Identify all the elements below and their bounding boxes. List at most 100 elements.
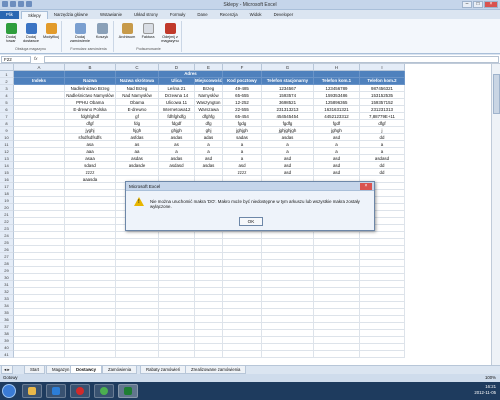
empty-cell[interactable] bbox=[65, 309, 116, 316]
empty-cell[interactable] bbox=[14, 344, 65, 351]
empty-cell[interactable] bbox=[314, 267, 360, 274]
empty-cell[interactable] bbox=[116, 302, 159, 309]
empty-cell[interactable] bbox=[14, 323, 65, 330]
row-header[interactable]: 38 bbox=[0, 330, 14, 337]
empty-cell[interactable] bbox=[195, 274, 223, 281]
header-cell[interactable] bbox=[360, 71, 405, 78]
table-cell[interactable]: a bbox=[262, 148, 314, 155]
table-cell[interactable]: 49-485 bbox=[223, 85, 262, 92]
table-cell[interactable]: as bbox=[116, 141, 159, 148]
scroll-thumb[interactable] bbox=[493, 74, 500, 114]
empty-cell[interactable] bbox=[223, 239, 262, 246]
empty-cell[interactable] bbox=[262, 323, 314, 330]
table-cell[interactable]: dd bbox=[360, 134, 405, 141]
table-cell[interactable]: a bbox=[223, 148, 262, 155]
dialog-close-button[interactable]: × bbox=[360, 183, 372, 190]
table-cell[interactable]: 1631631321 bbox=[314, 106, 360, 113]
row-header[interactable]: 32 bbox=[0, 288, 14, 295]
empty-cell[interactable] bbox=[159, 351, 195, 358]
empty-cell[interactable] bbox=[116, 344, 159, 351]
table-cell[interactable]: a bbox=[262, 141, 314, 148]
empty-cell[interactable] bbox=[314, 309, 360, 316]
empty-cell[interactable] bbox=[195, 323, 223, 330]
column-header[interactable]: D bbox=[159, 64, 195, 71]
row-header[interactable]: 1 bbox=[0, 71, 14, 78]
tab-plik[interactable]: Plik bbox=[0, 11, 19, 19]
row-header[interactable]: 2 bbox=[0, 78, 14, 85]
empty-cell[interactable] bbox=[159, 267, 195, 274]
row-header[interactable]: 36 bbox=[0, 316, 14, 323]
header-cell[interactable] bbox=[116, 71, 159, 78]
table-cell[interactable]: Nadleśnictwo Brzeg bbox=[65, 85, 116, 92]
empty-cell[interactable] bbox=[65, 232, 116, 239]
table-cell[interactable]: 987456321 bbox=[360, 85, 405, 92]
table-cell[interactable]: dfgf bbox=[65, 120, 116, 127]
empty-cell[interactable] bbox=[159, 302, 195, 309]
empty-cell[interactable] bbox=[195, 253, 223, 260]
row-header[interactable]: 4 bbox=[0, 92, 14, 99]
empty-cell[interactable] bbox=[360, 260, 405, 267]
empty-cell[interactable] bbox=[65, 344, 116, 351]
table-cell[interactable]: fdg bbox=[116, 120, 159, 127]
empty-cell[interactable] bbox=[314, 330, 360, 337]
table-cell[interactable]: Nad Namysłów bbox=[116, 92, 159, 99]
table-cell[interactable]: a bbox=[195, 141, 223, 148]
table-cell[interactable]: Waszyngton bbox=[195, 99, 223, 106]
table-cell[interactable]: 3698521 bbox=[262, 99, 314, 106]
table-cell[interactable]: sdasd bbox=[65, 162, 116, 169]
system-tray[interactable]: 16:21 2012-11-05 bbox=[474, 384, 496, 396]
table-cell[interactable]: sadas bbox=[223, 134, 262, 141]
row-header[interactable]: 29 bbox=[0, 267, 14, 274]
table-cell[interactable]: 1234567 bbox=[262, 85, 314, 92]
empty-cell[interactable] bbox=[262, 330, 314, 337]
tab-page-layout[interactable]: Układ strony bbox=[128, 11, 164, 19]
empty-cell[interactable] bbox=[65, 246, 116, 253]
table-cell[interactable] bbox=[14, 127, 65, 134]
empty-cell[interactable] bbox=[65, 281, 116, 288]
empty-cell[interactable] bbox=[159, 337, 195, 344]
row-header[interactable]: 24 bbox=[0, 232, 14, 239]
sheet-tab[interactable]: Zrealizowane zamówienia bbox=[185, 366, 247, 374]
table-cell[interactable]: 454545454 bbox=[262, 113, 314, 120]
empty-cell[interactable] bbox=[262, 344, 314, 351]
empty-cell[interactable] bbox=[262, 253, 314, 260]
table-cell[interactable] bbox=[65, 197, 116, 204]
header-cell[interactable]: Telefon kom.2 bbox=[360, 78, 405, 85]
tab-view[interactable]: Widok bbox=[244, 11, 268, 19]
table-cell[interactable]: Ulicowa 11 bbox=[159, 99, 195, 106]
column-header[interactable]: F bbox=[223, 64, 262, 71]
tab-formulas[interactable]: Formuły bbox=[164, 11, 192, 19]
empty-cell[interactable] bbox=[116, 351, 159, 358]
empty-cell[interactable] bbox=[360, 344, 405, 351]
empty-cell[interactable] bbox=[360, 316, 405, 323]
zoom-level[interactable]: 100% bbox=[485, 374, 496, 382]
empty-cell[interactable] bbox=[262, 288, 314, 295]
empty-cell[interactable] bbox=[262, 246, 314, 253]
table-cell[interactable]: Internetowa12 bbox=[159, 106, 195, 113]
empty-cell[interactable] bbox=[314, 239, 360, 246]
empty-cell[interactable] bbox=[360, 323, 405, 330]
row-header[interactable]: 33 bbox=[0, 295, 14, 302]
empty-cell[interactable] bbox=[65, 218, 116, 225]
table-cell[interactable] bbox=[14, 99, 65, 106]
column-header[interactable]: I bbox=[360, 64, 405, 71]
add-supplier-button[interactable]: Dodaj dostawce bbox=[21, 23, 41, 43]
empty-cell[interactable] bbox=[223, 316, 262, 323]
empty-cell[interactable] bbox=[223, 302, 262, 309]
empty-cell[interactable] bbox=[223, 330, 262, 337]
archive-button[interactable]: Archiwum bbox=[117, 23, 137, 39]
empty-cell[interactable] bbox=[314, 316, 360, 323]
row-header[interactable]: 34 bbox=[0, 302, 14, 309]
empty-cell[interactable] bbox=[314, 246, 360, 253]
row-header[interactable]: 11 bbox=[0, 141, 14, 148]
name-box[interactable]: F22 bbox=[1, 56, 31, 63]
row-header[interactable]: 6 bbox=[0, 106, 14, 113]
table-cell[interactable]: 231313213 bbox=[262, 106, 314, 113]
header-cell[interactable]: Telefon kom.1 bbox=[314, 78, 360, 85]
table-cell[interactable]: a bbox=[159, 148, 195, 155]
empty-cell[interactable] bbox=[159, 232, 195, 239]
empty-cell[interactable] bbox=[262, 316, 314, 323]
table-cell[interactable]: asd bbox=[262, 169, 314, 176]
table-cell[interactable]: aa bbox=[116, 148, 159, 155]
header-cell[interactable]: Kod pocztowy bbox=[223, 78, 262, 85]
